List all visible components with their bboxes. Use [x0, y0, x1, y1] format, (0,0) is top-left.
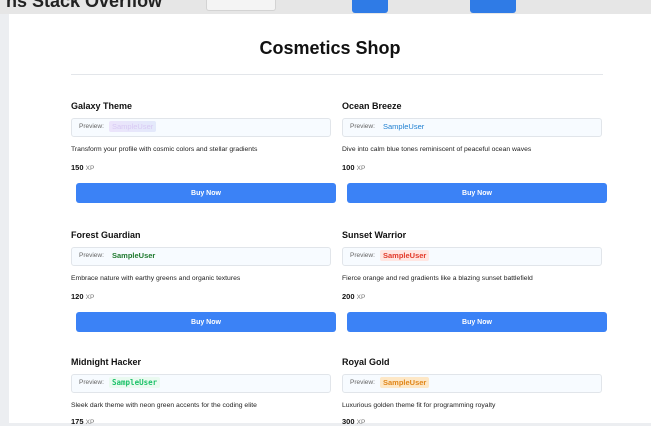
page-title: Cosmetics Shop [259, 38, 401, 58]
buy-now-button[interactable]: Buy Now [76, 312, 336, 332]
preview-username: SampleUser [112, 251, 156, 260]
price-value: 200 [342, 292, 355, 301]
item-price: 100 XP [342, 163, 365, 172]
buy-now-button[interactable]: Buy Now [347, 183, 607, 203]
preview-label: Preview: [350, 123, 375, 130]
item-price: 120 XP [71, 292, 94, 301]
price-unit: XP [356, 165, 366, 172]
preview-label: Preview: [350, 379, 375, 386]
top-bar: ns Stack Overflow [0, 0, 651, 14]
preview-username: SampleUser [109, 377, 161, 388]
item-name: Forest Guardian [71, 230, 141, 240]
preview-label: Preview: [350, 252, 375, 259]
preview-box: Preview: SampleUser [342, 374, 602, 393]
search-input[interactable] [206, 0, 276, 11]
item-description: Luxurious golden theme fit for programmi… [342, 402, 496, 409]
buy-now-button[interactable]: Buy Now [76, 183, 336, 203]
item-name: Galaxy Theme [71, 101, 133, 111]
preview-box: Preview: SampleUser [71, 247, 331, 266]
price-value: 120 [71, 292, 84, 301]
site-title: ns Stack Overflow [6, 0, 163, 11]
buy-now-button[interactable]: Buy Now [347, 312, 607, 332]
item-price: 175 XP [71, 417, 94, 426]
preview-username: SampleUser [380, 377, 430, 388]
preview-box: Preview: SampleUser [342, 247, 602, 266]
price-value: 150 [71, 163, 84, 172]
price-value: 100 [342, 163, 355, 172]
price-unit: XP [85, 165, 95, 172]
preview-username: SampleUser [383, 122, 425, 131]
item-description: Transform your profile with cosmic color… [71, 146, 258, 153]
preview-box: Preview: SampleUser [71, 374, 331, 393]
preview-box: Preview: SampleUser [71, 118, 331, 137]
preview-label: Preview: [79, 252, 104, 259]
item-price: 200 XP [342, 292, 365, 301]
item-price: 300 XP [342, 417, 365, 426]
price-value: 300 [342, 417, 355, 426]
preview-label: Preview: [79, 123, 104, 130]
item-name: Midnight Hacker [71, 357, 142, 367]
item-price: 150 XP [71, 163, 94, 172]
item-description: Sleek dark theme with neon green accents… [71, 402, 257, 409]
shop-panel: Cosmetics Shop Galaxy Theme Preview: Sam… [9, 14, 651, 426]
price-unit: XP [85, 294, 95, 301]
item-name: Ocean Breeze [342, 101, 402, 111]
price-value: 175 [71, 417, 84, 426]
preview-username: SampleUser [380, 250, 430, 261]
preview-box: Preview: SampleUser [342, 118, 602, 137]
price-unit: XP [356, 294, 366, 301]
item-description: Fierce orange and red gradients like a b… [342, 275, 533, 282]
preview-label: Preview: [79, 379, 104, 386]
item-description: Dive into calm blue tones reminiscent of… [342, 146, 532, 153]
item-name: Royal Gold [342, 357, 390, 367]
item-name: Sunset Warrior [342, 230, 407, 240]
item-description: Embrace nature with earthy greens and or… [71, 275, 241, 282]
preview-username: SampleUser [109, 121, 157, 132]
nav-button[interactable] [470, 0, 516, 13]
divider [71, 74, 603, 75]
nav-button[interactable] [352, 0, 388, 13]
